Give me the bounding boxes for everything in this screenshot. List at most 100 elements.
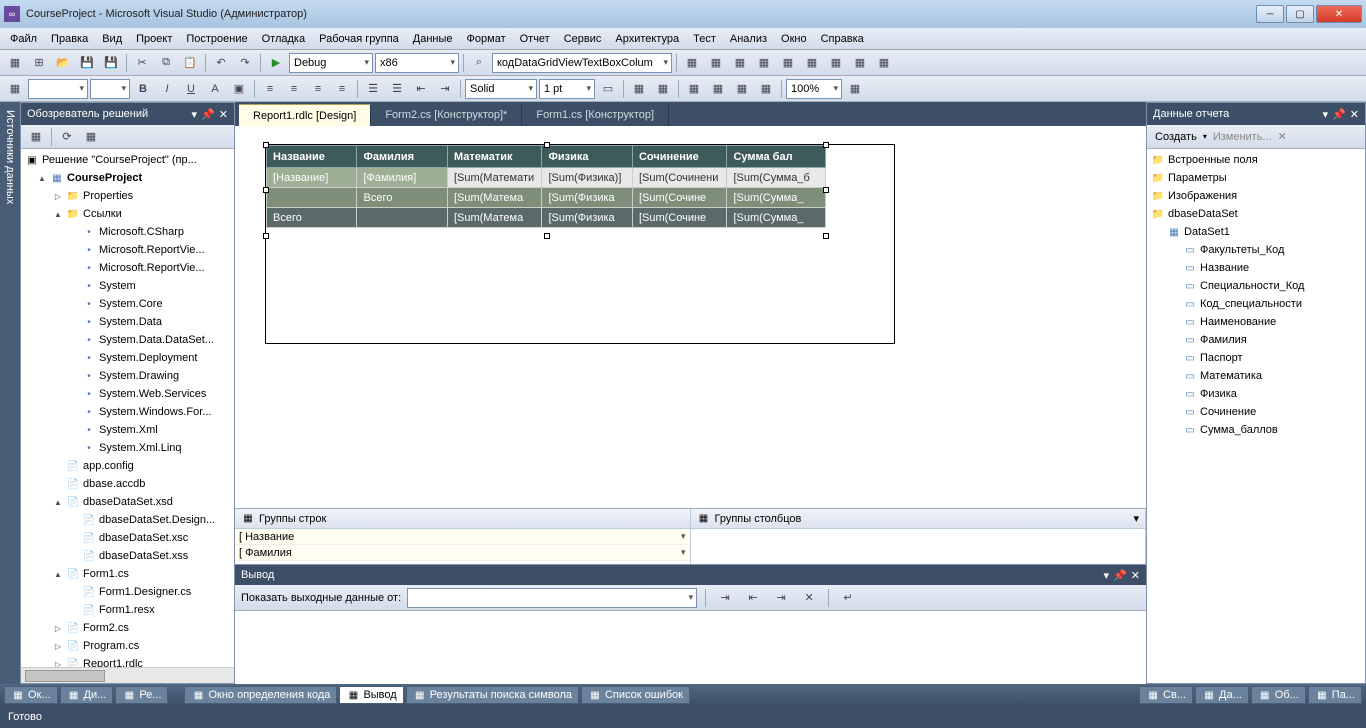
linestyle-combo[interactable]: Solid xyxy=(465,79,537,99)
column-header[interactable]: Математик xyxy=(447,146,542,168)
wrap-icon[interactable]: ↵ xyxy=(837,587,859,609)
fontsize-combo[interactable] xyxy=(90,79,130,99)
tree-item[interactable]: ▷📄Program.cs xyxy=(21,637,234,655)
rd-tree-item[interactable]: ▭Математика xyxy=(1147,367,1365,385)
cell[interactable]: Всего xyxy=(267,208,357,228)
tb-icon[interactable]: ▦ xyxy=(777,52,799,74)
report-designer[interactable]: НазваниеФамилияМатематикФизикаСочинениеС… xyxy=(235,126,1146,508)
pin-icon[interactable]: 📌 xyxy=(201,108,215,121)
create-button[interactable]: Создать xyxy=(1151,131,1201,143)
align-justify-icon[interactable]: ≡ xyxy=(331,78,353,100)
column-header[interactable]: Физика xyxy=(542,146,632,168)
tree-item[interactable]: •Microsoft.ReportViе... xyxy=(21,241,234,259)
menu-Архитектура[interactable]: Архитектура xyxy=(609,31,685,47)
doc-tab[interactable]: Form2.cs [Конструктор]* xyxy=(371,104,522,126)
column-header[interactable]: Сочинение xyxy=(632,146,727,168)
rd-tree-item[interactable]: ▭Физика xyxy=(1147,385,1365,403)
rd-tree-item[interactable]: 📁Параметры xyxy=(1147,169,1365,187)
copy-icon[interactable]: ⧉ xyxy=(155,52,177,74)
report-canvas[interactable]: НазваниеФамилияМатематикФизикаСочинениеС… xyxy=(265,144,895,344)
column-header[interactable]: Фамилия xyxy=(357,146,447,168)
rd-tree-item[interactable]: ▭Сумма_баллов xyxy=(1147,421,1365,439)
menu-Отладка[interactable]: Отладка xyxy=(256,31,311,47)
cell[interactable]: [Sum(Сумма_ xyxy=(727,208,826,228)
tree-item[interactable]: 📄app.config xyxy=(21,457,234,475)
underline-icon[interactable]: U xyxy=(180,78,202,100)
outdent-icon[interactable]: ⇤ xyxy=(410,78,432,100)
solution-tree[interactable]: ▣ Решение "CourseProject" (пр... ▲ ▦ Cou… xyxy=(21,149,234,667)
merge-icon[interactable]: ▦ xyxy=(628,78,650,100)
fontcolor-icon[interactable]: A xyxy=(204,78,226,100)
doc-tab[interactable]: Report1.rdlc [Design] xyxy=(239,104,371,126)
column-header[interactable]: Название xyxy=(267,146,357,168)
row-group-item[interactable]: [ Название xyxy=(235,529,690,545)
menu-Окно[interactable]: Окно xyxy=(775,31,813,47)
rd-tree-item[interactable]: ▦DataSet1 xyxy=(1147,223,1365,241)
tree-item[interactable]: •System.Data.DataSet... xyxy=(21,331,234,349)
bottom-tab[interactable]: ▦Да... xyxy=(1195,686,1249,704)
split-icon[interactable]: ▦ xyxy=(652,78,674,100)
edit-button[interactable]: Изменить... xyxy=(1209,131,1276,143)
cut-icon[interactable]: ✂ xyxy=(131,52,153,74)
rd-tree-item[interactable]: 📁Встроенные поля xyxy=(1147,151,1365,169)
report-data-tree[interactable]: 📁Встроенные поля📁Параметры📁Изображения📁d… xyxy=(1147,149,1365,683)
output-source-combo[interactable] xyxy=(407,588,697,608)
undo-icon[interactable]: ↶ xyxy=(210,52,232,74)
refresh-icon[interactable]: ⟳ xyxy=(56,126,78,148)
new-project-icon[interactable]: ▦ xyxy=(4,52,26,74)
tb-icon[interactable]: ▦ xyxy=(844,78,866,100)
tree-item[interactable]: 📄dbaseDataSet.xss xyxy=(21,547,234,565)
showall-icon[interactable]: ▦ xyxy=(80,126,102,148)
cell[interactable]: [Sum(Сочине xyxy=(632,188,727,208)
add-item-icon[interactable]: ⊞ xyxy=(28,52,50,74)
menu-Данные[interactable]: Данные xyxy=(407,31,459,47)
italic-icon[interactable]: I xyxy=(156,78,178,100)
tree-item[interactable]: •System.Data xyxy=(21,313,234,331)
cell[interactable]: [Sum(Сумма_ xyxy=(727,188,826,208)
tb-icon[interactable]: ▦ xyxy=(753,52,775,74)
report-tablix[interactable]: НазваниеФамилияМатематикФизикаСочинениеС… xyxy=(266,145,826,228)
font-combo[interactable] xyxy=(28,79,88,99)
tree-item[interactable]: ▲📄Form1.cs xyxy=(21,565,234,583)
goto-icon[interactable]: ⇥ xyxy=(714,587,736,609)
bottom-tab[interactable]: ▦Ок... xyxy=(4,686,58,704)
menu-Справка[interactable]: Справка xyxy=(815,31,870,47)
tree-item[interactable]: •Microsoft.ReportViе... xyxy=(21,259,234,277)
linecolor-icon[interactable]: ▭ xyxy=(597,78,619,100)
tree-item[interactable]: 📄dbase.accdb xyxy=(21,475,234,493)
rd-tree-item[interactable]: ▭Сочинение xyxy=(1147,403,1365,421)
config-combo[interactable]: Debug xyxy=(289,53,373,73)
menu-Правка[interactable]: Правка xyxy=(45,31,94,47)
tree-item[interactable]: 📄Form1.Designer.cs xyxy=(21,583,234,601)
home-icon[interactable]: ▦ xyxy=(25,126,47,148)
pin-icon[interactable]: 📌 xyxy=(1113,569,1127,582)
project-node[interactable]: ▲ ▦ CourseProject xyxy=(21,169,234,187)
open-icon[interactable]: 📂 xyxy=(52,52,74,74)
paste-icon[interactable]: 📋 xyxy=(179,52,201,74)
datasources-sidetab[interactable]: Источники данных xyxy=(0,102,20,684)
tree-item[interactable]: •System.Deployment xyxy=(21,349,234,367)
tree-item[interactable]: 📄dbaseDataSet.Design... xyxy=(21,511,234,529)
tb-icon[interactable]: ▦ xyxy=(873,52,895,74)
tb-icon[interactable]: ▦ xyxy=(849,52,871,74)
close-icon[interactable]: ✕ xyxy=(1131,569,1140,582)
tree-item[interactable]: •Microsoft.CSharp xyxy=(21,223,234,241)
bottom-tab[interactable]: ▦Об... xyxy=(1251,686,1306,704)
cell[interactable]: [Фамилия] xyxy=(357,168,447,188)
zoom-combo[interactable]: 100% xyxy=(786,79,842,99)
menu-Анализ[interactable]: Анализ xyxy=(724,31,773,47)
tree-item[interactable]: •System.Xml.Linq xyxy=(21,439,234,457)
tree-item[interactable]: ▷📄Form2.cs xyxy=(21,619,234,637)
chevron-down-icon[interactable]: ▾ xyxy=(1133,512,1139,525)
bottom-tab[interactable]: ▦Па... xyxy=(1308,686,1362,704)
align-icon[interactable]: ▦ xyxy=(683,78,705,100)
start-debug-icon[interactable]: ▶ xyxy=(265,52,287,74)
find-icon[interactable]: ⌕ xyxy=(468,52,490,74)
doc-tab[interactable]: Form1.cs [Конструктор] xyxy=(522,104,669,126)
lineweight-combo[interactable]: 1 pt xyxy=(539,79,595,99)
tb-icon[interactable]: ▦ xyxy=(681,52,703,74)
cell[interactable]: [Sum(Математи xyxy=(447,168,542,188)
tree-item[interactable]: 📄Form1.resx xyxy=(21,601,234,619)
rd-tree-item[interactable]: ▭Наименование xyxy=(1147,313,1365,331)
tree-item[interactable]: •System.Core xyxy=(21,295,234,313)
